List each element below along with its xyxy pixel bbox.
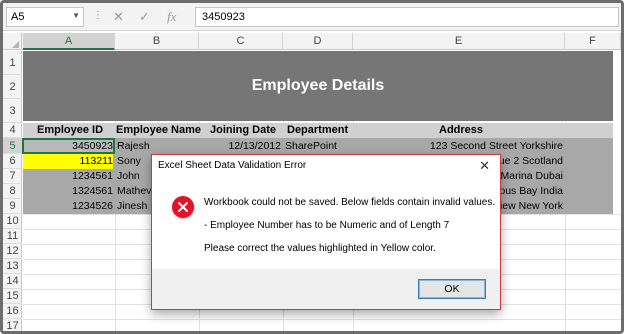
excel-window: A5 ▼ ⋮ ✕ ✓ fx 3450923 A B C D E F 1 2 3 … (0, 0, 624, 334)
column-header-e[interactable]: E (353, 33, 565, 50)
enter-icon[interactable]: ✓ (139, 9, 150, 25)
cell-employee-id[interactable]: 1324561 (23, 184, 113, 199)
ok-button[interactable]: OK (418, 279, 486, 299)
sheet-title: Employee Details (251, 77, 385, 94)
cell-department[interactable]: SharePoint (285, 138, 353, 154)
select-all-button[interactable] (3, 33, 22, 50)
cell-employee-name[interactable]: Rajesh (117, 138, 199, 154)
column-header-f[interactable]: F (565, 33, 621, 50)
close-icon[interactable]: ✕ (479, 158, 490, 174)
cell-employee-id-invalid[interactable]: 113211 (23, 154, 113, 169)
dialog-message-line3: Please correct the values highlighted in… (204, 243, 436, 254)
row-header-10[interactable]: 10 (3, 214, 22, 229)
column-header-c[interactable]: C (199, 33, 283, 50)
row-header-8[interactable]: 8 (3, 184, 22, 199)
column-header-a[interactable]: A (23, 33, 115, 50)
more-options-icon: ⋮ (93, 10, 103, 21)
header-address[interactable]: Address (439, 123, 499, 138)
chevron-down-icon[interactable]: ▼ (72, 11, 80, 20)
row-header-16[interactable]: 16 (3, 304, 22, 319)
insert-function-icon[interactable]: fx (167, 9, 176, 25)
column-header-bar: A B C D E F (3, 33, 621, 50)
row-header-bar: 1 2 3 4 5 6 7 8 9 10 11 12 13 14 15 16 1… (3, 51, 22, 331)
cell-employee-id[interactable]: 1234526 (23, 199, 113, 214)
row-header-11[interactable]: 11 (3, 229, 22, 244)
row-header-13[interactable]: 13 (3, 259, 22, 274)
cell-employee-id[interactable]: 1234561 (23, 169, 113, 184)
cell-address[interactable]: 123 Second Street Yorkshire (355, 138, 563, 154)
dialog-title: Excel Sheet Data Validation Error (158, 160, 307, 171)
row-header-15[interactable]: 15 (3, 289, 22, 304)
header-employee-name[interactable]: Employee Name (116, 123, 206, 138)
row-header-14[interactable]: 14 (3, 274, 22, 289)
name-box-value: A5 (11, 11, 25, 23)
row-header-12[interactable]: 12 (3, 244, 22, 259)
gridline (23, 319, 621, 320)
row-header-1[interactable]: 1 (3, 51, 22, 75)
name-box[interactable]: A5 ▼ (6, 7, 84, 27)
header-employee-id[interactable]: Employee ID (37, 123, 115, 138)
dialog-message-line1: Workbook could not be saved. Below field… (204, 197, 496, 208)
row-header-4[interactable]: 4 (3, 123, 22, 138)
dialog-footer: OK (152, 269, 500, 309)
dialog-message-line2: - Employee Number has to be Numeric and … (204, 220, 450, 231)
cancel-icon[interactable]: ✕ (113, 9, 124, 25)
row-header-6[interactable]: 6 (3, 154, 22, 169)
validation-error-dialog: Excel Sheet Data Validation Error ✕ Work… (151, 154, 501, 310)
error-x-glyph (178, 202, 188, 212)
header-joining-date[interactable]: Joining Date (210, 123, 285, 138)
column-header-b[interactable]: B (115, 33, 199, 50)
error-icon (172, 196, 194, 218)
row-header-2[interactable]: 2 (3, 75, 22, 99)
active-cell-border (22, 138, 115, 154)
header-department[interactable]: Department (287, 123, 357, 138)
row-header-17[interactable]: 17 (3, 319, 22, 331)
formula-bar: A5 ▼ ⋮ ✕ ✓ fx 3450923 (3, 3, 621, 31)
column-header-d[interactable]: D (283, 33, 353, 50)
formula-input[interactable]: 3450923 (195, 7, 619, 27)
row-header-7[interactable]: 7 (3, 169, 22, 184)
row-header-5[interactable]: 5 (3, 138, 22, 154)
cell-joining-date[interactable]: 12/13/2012 (201, 138, 281, 154)
formula-buttons: ✕ ✓ fx (107, 9, 187, 25)
row-header-9[interactable]: 9 (3, 199, 22, 214)
row-header-3[interactable]: 3 (3, 99, 22, 123)
